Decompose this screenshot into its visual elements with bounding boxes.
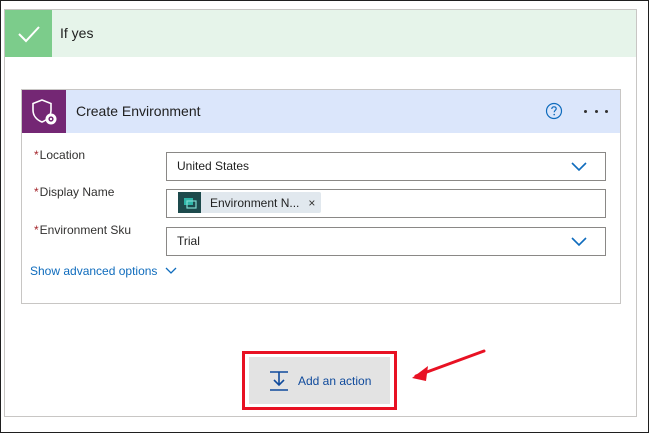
checkmark-icon: [5, 10, 52, 57]
advanced-options-label: Show advanced options: [30, 264, 158, 278]
action-title: Create Environment: [76, 103, 201, 119]
display-name-field[interactable]: Environment N... ×: [166, 189, 606, 218]
environment-sku-label-text: Environment Sku: [39, 223, 132, 237]
question-circle-icon[interactable]: [545, 102, 563, 120]
branch-header[interactable]: If yes: [5, 10, 636, 57]
display-name-label: *Display Name: [34, 185, 114, 199]
environment-sku-value: Trial: [177, 234, 200, 248]
ellipsis-icon[interactable]: [584, 102, 608, 120]
branch-title: If yes: [60, 25, 94, 41]
location-label: *Location: [34, 148, 85, 162]
required-mark: *: [34, 148, 39, 162]
location-value: United States: [177, 159, 250, 173]
dynamic-content-token[interactable]: Environment N... ×: [178, 192, 321, 213]
show-advanced-options-link[interactable]: Show advanced options: [30, 264, 177, 278]
shield-gear-icon: [22, 90, 66, 133]
chevron-down-icon: [165, 267, 177, 274]
token-label: Environment N...: [210, 195, 300, 210]
environment-sku-dropdown[interactable]: Trial: [166, 227, 606, 256]
environment-sku-label: *Environment Sku: [34, 223, 131, 237]
action-card-create-environment: Create Environment *Location United Stat: [21, 89, 621, 304]
window-frame: If yes Create Environment *Location Unit…: [0, 0, 649, 433]
action-card-header[interactable]: Create Environment: [22, 90, 620, 133]
chevron-down-icon: [571, 237, 587, 247]
location-label-text: Location: [39, 148, 86, 162]
required-mark: *: [34, 223, 39, 237]
chevron-down-icon: [571, 162, 587, 172]
required-mark: *: [34, 185, 39, 199]
highlight-box: [242, 351, 397, 410]
remove-token-icon[interactable]: ×: [308, 196, 315, 210]
display-name-label-text: Display Name: [39, 185, 115, 199]
data-token-icon: [178, 192, 201, 213]
annotation-arrow-icon: [412, 349, 486, 381]
location-dropdown[interactable]: United States: [166, 152, 606, 181]
